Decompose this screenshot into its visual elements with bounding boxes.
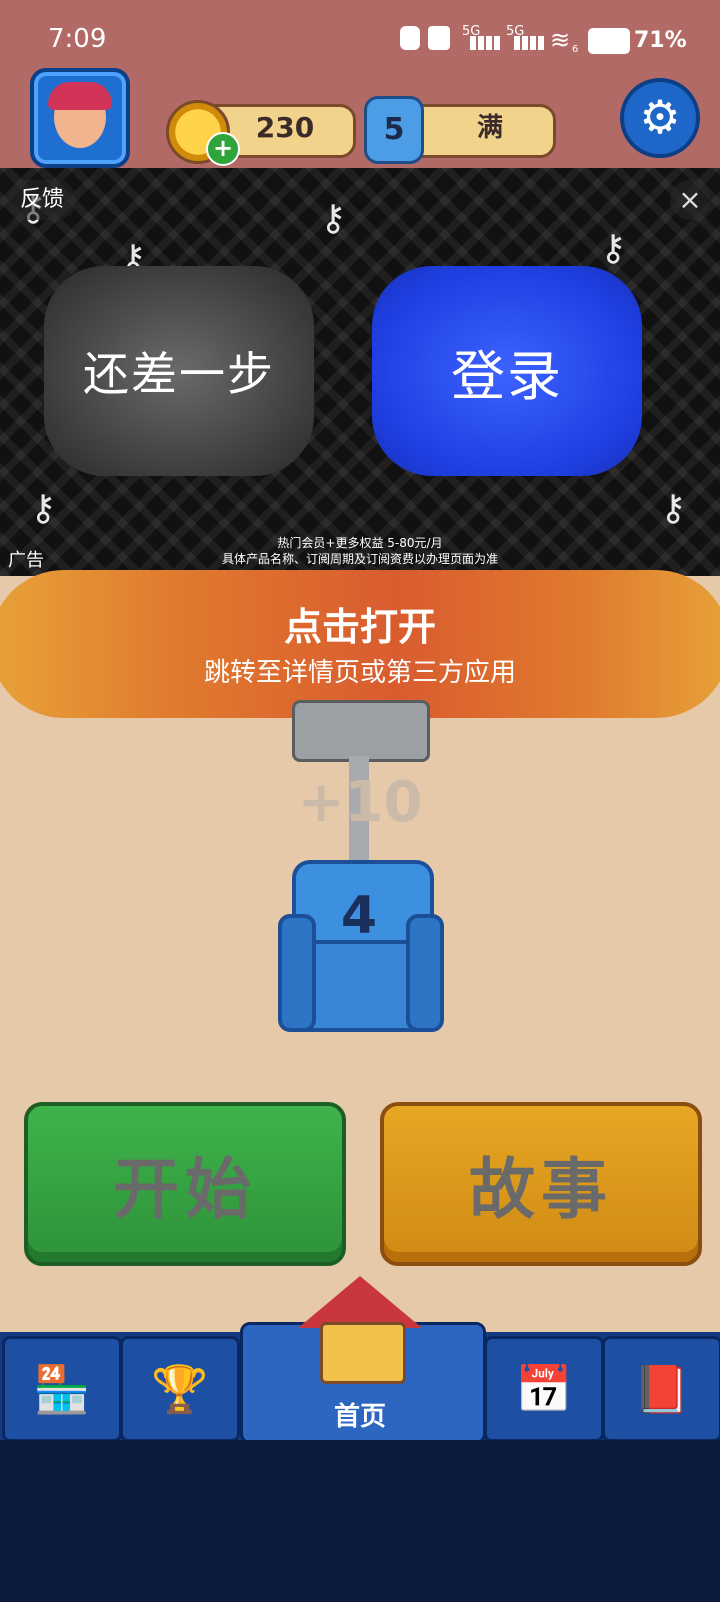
key-pattern-icon: ⚷ bbox=[600, 228, 627, 269]
current-seat[interactable]: 4 bbox=[278, 860, 444, 1032]
lives-status: 满 bbox=[476, 113, 503, 143]
shop-icon: 🏪 bbox=[33, 1361, 91, 1416]
nav-calendar[interactable]: 📅 bbox=[484, 1336, 604, 1442]
key-pattern-icon: ⚷ bbox=[30, 488, 57, 529]
next-seat-locked bbox=[292, 700, 430, 762]
avatar-hat bbox=[48, 82, 112, 110]
calendar-icon: 📅 bbox=[515, 1361, 573, 1416]
face-icon bbox=[400, 26, 420, 50]
ad-label: 广告 bbox=[8, 550, 44, 571]
battery-icon bbox=[588, 28, 630, 54]
ad-login-button[interactable]: 登录 bbox=[372, 266, 642, 476]
status-time: 7:09 bbox=[48, 24, 107, 54]
signal-5g-1-icon bbox=[470, 36, 500, 50]
home-roof bbox=[298, 1276, 422, 1328]
ad-feedback-button[interactable]: 反馈 bbox=[8, 180, 77, 220]
banner-title[interactable]: 点击打开 bbox=[0, 596, 720, 651]
notification-icon bbox=[428, 26, 450, 50]
wifi-icon: ≋ bbox=[550, 26, 571, 54]
story-button[interactable]: 故事 bbox=[380, 1102, 702, 1266]
ad-close-icon[interactable]: × bbox=[670, 180, 710, 220]
ad-disclaimer: 热门会员+更多权益 5-80元/月 具体产品名称、订阅周期及订阅资费以办理页面为… bbox=[180, 535, 540, 567]
coin-value: 230 bbox=[255, 111, 315, 144]
avatar[interactable] bbox=[30, 68, 130, 168]
ticket-icon: 5 bbox=[364, 96, 424, 164]
settings-gear-icon[interactable]: ⚙ bbox=[620, 78, 700, 158]
ad-disclaimer-line2: 具体产品名称、订阅周期及订阅资费以办理页面为准 bbox=[221, 552, 498, 566]
home-icon bbox=[298, 1276, 422, 1386]
bottom-area bbox=[0, 1440, 720, 1602]
nav-trophy[interactable]: 🏆 bbox=[120, 1336, 240, 1442]
book-icon: 📕 bbox=[633, 1361, 691, 1416]
signal-5g-2-icon bbox=[514, 36, 544, 50]
trophy-icon: 🏆 bbox=[151, 1361, 209, 1416]
ad-left-button[interactable]: 还差一步 bbox=[44, 266, 314, 476]
ad-disclaimer-line1: 热门会员+更多权益 5-80元/月 bbox=[277, 536, 443, 550]
nav-book[interactable]: 📕 bbox=[602, 1336, 720, 1442]
start-button[interactable]: 开始 bbox=[24, 1102, 346, 1266]
key-pattern-icon: ⚷ bbox=[660, 488, 687, 529]
reward-text: +10 bbox=[297, 770, 423, 835]
wifi-badge: 6 bbox=[572, 44, 579, 55]
nav-shop[interactable]: 🏪 bbox=[2, 1336, 122, 1442]
battery-percent: 71% bbox=[634, 28, 687, 53]
home-body bbox=[320, 1322, 406, 1384]
seat-number: 4 bbox=[340, 886, 378, 946]
key-pattern-icon: ⚷ bbox=[320, 198, 347, 239]
nav-home-label: 首页 bbox=[333, 1402, 386, 1432]
banner-subtitle[interactable]: 跳转至详情页或第三方应用 bbox=[0, 652, 720, 689]
